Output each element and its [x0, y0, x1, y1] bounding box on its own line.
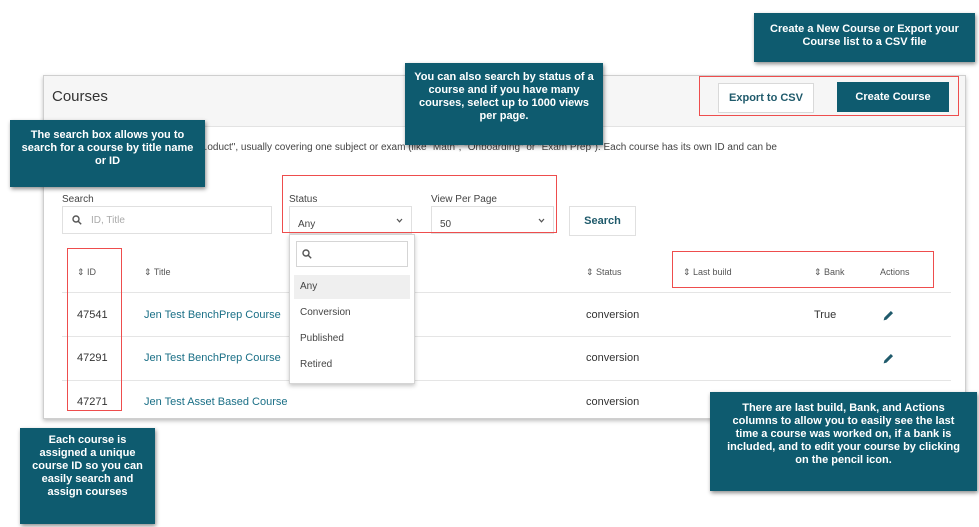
- course-bank: True: [814, 309, 837, 321]
- pencil-icon[interactable]: [882, 309, 895, 322]
- course-title-link[interactable]: Jen Test BenchPrep Course: [144, 309, 281, 321]
- status-option-conversion[interactable]: Conversion: [294, 301, 410, 325]
- callout-status-view: You can also search by status of a cours…: [405, 63, 603, 145]
- status-option-published[interactable]: Published: [294, 327, 410, 351]
- search-input[interactable]: ID, Title: [62, 206, 272, 234]
- highlight-columns: [672, 251, 934, 288]
- callout-columns: There are last build, Bank, and Actions …: [710, 392, 977, 491]
- highlight-header-buttons: [699, 76, 959, 116]
- column-header-title[interactable]: ⇕ Title: [144, 267, 171, 278]
- divider: [62, 380, 951, 381]
- search-label: Search: [62, 194, 94, 205]
- divider: [62, 336, 951, 337]
- search-button[interactable]: Search: [569, 206, 636, 236]
- callout-create-export: Create a New Course or Export your Cours…: [754, 13, 975, 62]
- status-dropdown-menu: Any Conversion Published Retired: [289, 234, 415, 384]
- status-option-retired[interactable]: Retired: [294, 353, 410, 377]
- column-header-status[interactable]: ⇕ Status: [586, 267, 622, 278]
- course-title-link[interactable]: Jen Test BenchPrep Course: [144, 352, 281, 364]
- highlight-id-column: [67, 248, 122, 411]
- course-status: conversion: [586, 396, 640, 408]
- page-title: Courses: [52, 88, 108, 105]
- divider: [62, 292, 951, 293]
- callout-course-id: Each course is assigned a unique course …: [20, 428, 155, 524]
- callout-search: The search box allows you to search for …: [10, 120, 205, 187]
- course-status: conversion: [586, 309, 640, 321]
- search-icon: [302, 249, 312, 259]
- pencil-icon[interactable]: [882, 352, 895, 365]
- highlight-status-view: [282, 175, 557, 233]
- search-icon: [72, 215, 82, 225]
- course-status: conversion: [586, 352, 640, 364]
- course-title-link[interactable]: Jen Test Asset Based Course: [144, 396, 288, 408]
- search-placeholder: ID, Title: [91, 215, 125, 226]
- dropdown-search-input[interactable]: [296, 241, 408, 267]
- status-option-any[interactable]: Any: [294, 275, 410, 299]
